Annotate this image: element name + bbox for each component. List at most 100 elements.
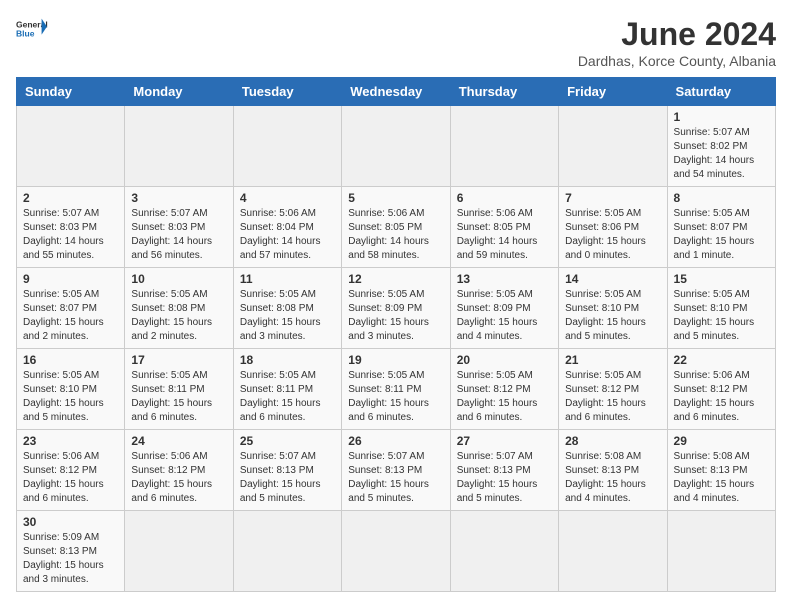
- calendar-day-cell: 3 Sunrise: 5:07 AMSunset: 8:03 PMDaylight…: [125, 187, 233, 268]
- calendar-day-cell: 21 Sunrise: 5:05 AMSunset: 8:12 PMDayligh…: [559, 349, 667, 430]
- day-number: 4: [240, 191, 335, 205]
- day-info: Sunrise: 5:05 AMSunset: 8:12 PMDaylight:…: [565, 369, 660, 425]
- day-info: Sunrise: 5:05 AMSunset: 8:10 PMDaylight:…: [23, 369, 118, 425]
- calendar-day-cell: 14Sunrise: 5:05 AMSunset: 8:10 PMDayligh…: [559, 268, 667, 349]
- calendar-day-cell: 15Sunrise: 5:05 AMSunset: 8:10 PMDayligh…: [667, 268, 775, 349]
- calendar-day-cell: 20Sunrise: 5:05 AMSunset: 8:12 PMDayligh…: [450, 349, 558, 430]
- day-info: Sunrise: 5:07 AMSunset: 8:13 PMDaylight:…: [348, 450, 443, 506]
- calendar-day-cell: 25 Sunrise: 5:07 AMSunset: 8:13 PMDayligh…: [233, 430, 341, 511]
- calendar-header: SundayMondayTuesdayWednesdayThursdayFrid…: [17, 78, 776, 106]
- calendar-week-row: 16 Sunrise: 5:05 AMSunset: 8:10 PMDayligh…: [17, 349, 776, 430]
- calendar-day-cell: 19 Sunrise: 5:05 AMSunset: 8:11 PMDayligh…: [342, 349, 450, 430]
- calendar-day-cell: 2Sunrise: 5:07 AMSunset: 8:03 PMDaylight…: [17, 187, 125, 268]
- calendar-table: SundayMondayTuesdayWednesdayThursdayFrid…: [16, 77, 776, 592]
- day-info: Sunrise: 5:06 AMSunset: 8:12 PMDaylight:…: [131, 450, 226, 506]
- calendar-day-cell: 9Sunrise: 5:05 AMSunset: 8:07 PMDaylight…: [17, 268, 125, 349]
- day-number: 13: [457, 272, 552, 286]
- weekday-header-thursday: Thursday: [450, 78, 558, 106]
- day-info: Sunrise: 5:09 AMSunset: 8:13 PMDaylight:…: [23, 531, 118, 587]
- calendar-day-cell: 28Sunrise: 5:08 AMSunset: 8:13 PMDayligh…: [559, 430, 667, 511]
- day-number: 23: [23, 434, 118, 448]
- weekday-header-monday: Monday: [125, 78, 233, 106]
- calendar-week-row: 2 Sunrise: 5:07 AMSunset: 8:03 PMDaylight…: [17, 187, 776, 268]
- day-info: Sunrise: 5:06 AMSunset: 8:12 PMDaylight:…: [23, 450, 118, 506]
- calendar-week-row: 23 Sunrise: 5:06 AMSunset: 8:12 PMDayligh…: [17, 430, 776, 511]
- day-number: 8: [674, 191, 769, 205]
- day-info: Sunrise: 5:05 AMSunset: 8:06 PMDaylight:…: [565, 207, 660, 263]
- day-info: Sunrise: 5:05 AMSunset: 8:11 PMDaylight:…: [348, 369, 443, 425]
- weekday-header-friday: Friday: [559, 78, 667, 106]
- calendar-day-cell: 27 Sunrise: 5:07 AMSunset: 8:13 PMDayligh…: [450, 430, 558, 511]
- day-info: Sunrise: 5:05 AMSunset: 8:09 PMDaylight:…: [348, 288, 443, 344]
- general-blue-logo-icon: General Blue: [16, 16, 48, 48]
- calendar-body: 1Sunrise: 5:07 AMSunset: 8:02 PMDaylight…: [17, 106, 776, 592]
- page-header: General Blue June 2024 Dardhas, Korce Co…: [16, 16, 776, 69]
- day-info: Sunrise: 5:07 AMSunset: 8:13 PMDaylight:…: [457, 450, 552, 506]
- day-number: 5: [348, 191, 443, 205]
- day-info: Sunrise: 5:07 AMSunset: 8:03 PMDaylight:…: [131, 207, 226, 263]
- day-number: 15: [674, 272, 769, 286]
- calendar-day-cell: [342, 511, 450, 592]
- day-number: 24: [131, 434, 226, 448]
- calendar-day-cell: [450, 106, 558, 187]
- day-number: 21: [565, 353, 660, 367]
- weekday-header-saturday: Saturday: [667, 78, 775, 106]
- calendar-day-cell: [125, 106, 233, 187]
- day-number: 18: [240, 353, 335, 367]
- calendar-day-cell: 7 Sunrise: 5:05 AMSunset: 8:06 PMDaylight…: [559, 187, 667, 268]
- calendar-day-cell: 5Sunrise: 5:06 AMSunset: 8:05 PMDaylight…: [342, 187, 450, 268]
- calendar-day-cell: 17 Sunrise: 5:05 AMSunset: 8:11 PMDayligh…: [125, 349, 233, 430]
- logo: General Blue: [16, 16, 48, 48]
- day-info: Sunrise: 5:06 AMSunset: 8:05 PMDaylight:…: [457, 207, 552, 263]
- day-number: 16: [23, 353, 118, 367]
- calendar-day-cell: 18Sunrise: 5:05 AMSunset: 8:11 PMDayligh…: [233, 349, 341, 430]
- calendar-day-cell: 11Sunrise: 5:05 AMSunset: 8:08 PMDayligh…: [233, 268, 341, 349]
- day-info: Sunrise: 5:06 AMSunset: 8:12 PMDaylight:…: [674, 369, 769, 425]
- calendar-week-row: 30 Sunrise: 5:09 AMSunset: 8:13 PMDayligh…: [17, 511, 776, 592]
- weekday-header-wednesday: Wednesday: [342, 78, 450, 106]
- calendar-day-cell: 13 Sunrise: 5:05 AMSunset: 8:09 PMDayligh…: [450, 268, 558, 349]
- calendar-day-cell: 22Sunrise: 5:06 AMSunset: 8:12 PMDayligh…: [667, 349, 775, 430]
- calendar-day-cell: [450, 511, 558, 592]
- calendar-day-cell: 1Sunrise: 5:07 AMSunset: 8:02 PMDaylight…: [667, 106, 775, 187]
- day-info: Sunrise: 5:05 AMSunset: 8:07 PMDaylight:…: [23, 288, 118, 344]
- day-info: Sunrise: 5:05 AMSunset: 8:10 PMDaylight:…: [565, 288, 660, 344]
- day-number: 28: [565, 434, 660, 448]
- day-number: 27: [457, 434, 552, 448]
- day-info: Sunrise: 5:07 AMSunset: 8:13 PMDaylight:…: [240, 450, 335, 506]
- day-number: 6: [457, 191, 552, 205]
- calendar-day-cell: 4Sunrise: 5:06 AMSunset: 8:04 PMDaylight…: [233, 187, 341, 268]
- calendar-day-cell: [667, 511, 775, 592]
- weekday-header-tuesday: Tuesday: [233, 78, 341, 106]
- weekday-header-sunday: Sunday: [17, 78, 125, 106]
- calendar-day-cell: [125, 511, 233, 592]
- day-number: 30: [23, 515, 118, 529]
- svg-text:Blue: Blue: [16, 28, 35, 38]
- location-subtitle: Dardhas, Korce County, Albania: [578, 53, 776, 69]
- day-number: 12: [348, 272, 443, 286]
- day-number: 2: [23, 191, 118, 205]
- calendar-day-cell: 23 Sunrise: 5:06 AMSunset: 8:12 PMDayligh…: [17, 430, 125, 511]
- calendar-day-cell: 10 Sunrise: 5:05 AMSunset: 8:08 PMDayligh…: [125, 268, 233, 349]
- calendar-day-cell: 8Sunrise: 5:05 AMSunset: 8:07 PMDaylight…: [667, 187, 775, 268]
- calendar-day-cell: 24 Sunrise: 5:06 AMSunset: 8:12 PMDayligh…: [125, 430, 233, 511]
- day-info: Sunrise: 5:05 AMSunset: 8:08 PMDaylight:…: [131, 288, 226, 344]
- day-number: 25: [240, 434, 335, 448]
- calendar-day-cell: 26 Sunrise: 5:07 AMSunset: 8:13 PMDayligh…: [342, 430, 450, 511]
- calendar-day-cell: [559, 511, 667, 592]
- day-number: 26: [348, 434, 443, 448]
- day-number: 7: [565, 191, 660, 205]
- day-number: 20: [457, 353, 552, 367]
- day-info: Sunrise: 5:05 AMSunset: 8:11 PMDaylight:…: [131, 369, 226, 425]
- day-info: Sunrise: 5:05 AMSunset: 8:09 PMDaylight:…: [457, 288, 552, 344]
- calendar-day-cell: [342, 106, 450, 187]
- day-number: 19: [348, 353, 443, 367]
- month-title: June 2024: [578, 16, 776, 53]
- calendar-day-cell: 12 Sunrise: 5:05 AMSunset: 8:09 PMDayligh…: [342, 268, 450, 349]
- day-number: 10: [131, 272, 226, 286]
- calendar-day-cell: [233, 511, 341, 592]
- day-number: 3: [131, 191, 226, 205]
- calendar-week-row: 9Sunrise: 5:05 AMSunset: 8:07 PMDaylight…: [17, 268, 776, 349]
- day-number: 17: [131, 353, 226, 367]
- day-number: 29: [674, 434, 769, 448]
